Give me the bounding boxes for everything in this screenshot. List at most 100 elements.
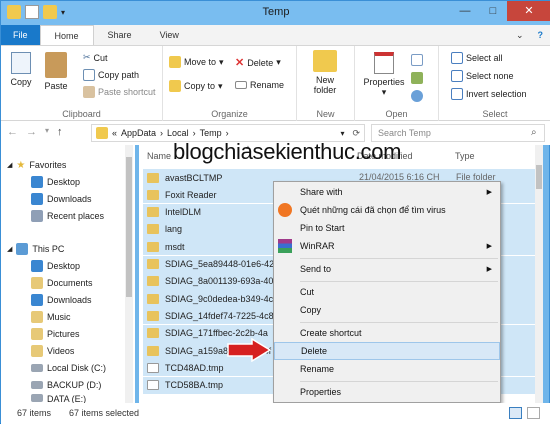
scissors-icon: ✂	[83, 52, 91, 63]
file-name: lang	[165, 224, 182, 234]
menu-item-winrar[interactable]: WinRAR▶	[274, 237, 500, 255]
copy-icon	[11, 52, 31, 74]
copy-button[interactable]: Copy	[7, 52, 35, 87]
nav-item-music[interactable]: Music	[31, 309, 71, 325]
help-icon[interactable]: ?	[530, 25, 550, 45]
menu-item-cut[interactable]: Cut	[274, 283, 500, 301]
nav-item-pc-downloads[interactable]: Downloads	[31, 292, 92, 308]
cut-button[interactable]: ✂Cut	[83, 52, 108, 63]
menu-item-properties[interactable]: Properties	[274, 383, 500, 401]
file-name: TCD48AD.tmp	[165, 363, 224, 373]
properties-button[interactable]: Properties ▾	[361, 52, 407, 98]
back-arrow-icon[interactable]: ←	[7, 126, 18, 138]
address-dropdown-icon[interactable]: ▾	[340, 129, 344, 138]
ribbon: Copy Paste ✂Cut Copy path Paste shortcut…	[1, 45, 550, 121]
column-header-type[interactable]: Type	[455, 151, 475, 161]
content-scrollbar[interactable]	[535, 145, 543, 403]
breadcrumb-appdata[interactable]: AppData	[121, 128, 156, 138]
scroll-thumb[interactable]	[536, 165, 542, 189]
nav-item-backup-d[interactable]: BACKUP (D:)	[31, 377, 101, 393]
nav-item-downloads[interactable]: Downloads	[31, 191, 92, 207]
chevron-down-icon: ▾	[361, 87, 407, 98]
invert-selection-button[interactable]: Invert selection	[451, 88, 527, 100]
open-icon-button[interactable]	[411, 54, 423, 66]
maximize-button[interactable]: □	[479, 1, 507, 21]
pictures-icon	[31, 328, 43, 340]
breadcrumb-temp[interactable]: Temp	[200, 128, 222, 138]
navigation-scrollbar[interactable]	[125, 145, 133, 403]
delete-button[interactable]: ✕Delete▾	[235, 56, 281, 69]
edit-icon-button[interactable]	[411, 72, 423, 84]
folder-icon	[147, 242, 159, 252]
breadcrumb-overflow[interactable]: «	[112, 128, 117, 138]
minimize-button[interactable]: —	[451, 1, 479, 21]
column-header-name[interactable]: Name	[147, 151, 171, 161]
nav-item-pc-desktop[interactable]: Desktop	[31, 258, 80, 274]
breadcrumb-local[interactable]: Local	[167, 128, 189, 138]
copy-path-button[interactable]: Copy path	[83, 69, 139, 81]
menu-item-share-with[interactable]: Share with▶	[274, 183, 500, 201]
new-folder-button[interactable]: New folder	[305, 50, 345, 95]
tab-home[interactable]: Home	[40, 25, 94, 45]
menu-item-scan-virus[interactable]: Quét những cái đã chọn để tìm virus	[274, 201, 500, 219]
computer-icon	[16, 243, 28, 255]
star-icon: ★	[16, 160, 25, 171]
large-icons-view-icon[interactable]	[527, 407, 540, 419]
nav-item-pictures[interactable]: Pictures	[31, 326, 80, 342]
nav-item-documents[interactable]: Documents	[31, 275, 93, 291]
documents-icon	[31, 277, 43, 289]
delete-x-icon: ✕	[235, 56, 244, 69]
videos-icon	[31, 345, 43, 357]
folder-icon	[147, 173, 159, 183]
menu-item-pin-to-start[interactable]: Pin to Start	[274, 219, 500, 237]
file-name: SDIAG_14fdef74-7225-4c8	[165, 311, 274, 321]
rename-button[interactable]: Rename	[235, 80, 284, 90]
clipboard-label: Clipboard	[1, 109, 162, 119]
refresh-icon[interactable]: ⟳	[348, 128, 364, 139]
details-view-icon[interactable]	[509, 407, 522, 419]
scroll-thumb[interactable]	[126, 157, 132, 297]
menu-item-send-to[interactable]: Send to▶	[274, 260, 500, 278]
select-group: Select all Select none Invert selection …	[439, 46, 550, 122]
copy-to-button[interactable]: Copy to▾	[169, 80, 223, 92]
nav-item-this-pc[interactable]: ◢ This PC	[7, 241, 64, 257]
new-folder-icon	[313, 50, 337, 72]
menu-item-rename[interactable]: Rename	[274, 360, 500, 378]
folder-icon	[147, 346, 159, 356]
close-button[interactable]: ✕	[507, 1, 550, 21]
collapse-arrow-icon[interactable]: ◢	[7, 245, 12, 253]
submenu-arrow-icon: ▶	[487, 265, 492, 273]
menu-item-copy[interactable]: Copy	[274, 301, 500, 319]
nav-item-recent-places[interactable]: Recent places	[31, 208, 104, 224]
nav-item-local-disk-c[interactable]: Local Disk (C:)	[31, 360, 106, 376]
forward-arrow-icon[interactable]: →	[26, 126, 37, 138]
move-to-button[interactable]: Move to▾	[169, 56, 224, 68]
paste-button[interactable]: Paste	[41, 52, 71, 91]
nav-item-desktop[interactable]: Desktop	[31, 174, 80, 190]
folder-icon	[147, 190, 159, 200]
nav-item-videos[interactable]: Videos	[31, 343, 74, 359]
history-icon-button[interactable]	[411, 90, 423, 102]
chevron-right-icon[interactable]: ›	[226, 128, 229, 138]
menu-item-create-shortcut[interactable]: Create shortcut	[274, 324, 500, 342]
chevron-right-icon[interactable]: ›	[160, 128, 163, 138]
nav-item-favorites[interactable]: ◢ ★ Favorites	[7, 157, 66, 173]
collapse-arrow-icon[interactable]: ◢	[7, 161, 12, 169]
nav-item-data-e[interactable]: DATA (E:)	[31, 394, 86, 403]
tab-view[interactable]: View	[146, 25, 193, 45]
up-arrow-icon[interactable]: ↑	[57, 126, 63, 138]
file-icon	[147, 380, 159, 390]
avast-icon	[278, 203, 292, 217]
chevron-down-icon: ▾	[219, 57, 224, 68]
select-all-button[interactable]: Select all	[451, 52, 503, 64]
recent-dropdown-icon[interactable]: ▾	[45, 126, 49, 138]
chevron-right-icon[interactable]: ›	[193, 128, 196, 138]
tab-file[interactable]: File	[1, 25, 40, 45]
file-name: Foxit Reader	[165, 190, 217, 200]
select-none-button[interactable]: Select none	[451, 70, 514, 82]
paste-shortcut-button[interactable]: Paste shortcut	[83, 86, 156, 98]
menu-item-delete[interactable]: Delete	[274, 342, 500, 360]
search-icon[interactable]: ⌕	[531, 127, 537, 138]
tab-share[interactable]: Share	[94, 25, 146, 45]
ribbon-expand-icon[interactable]: ⌄	[510, 25, 530, 45]
